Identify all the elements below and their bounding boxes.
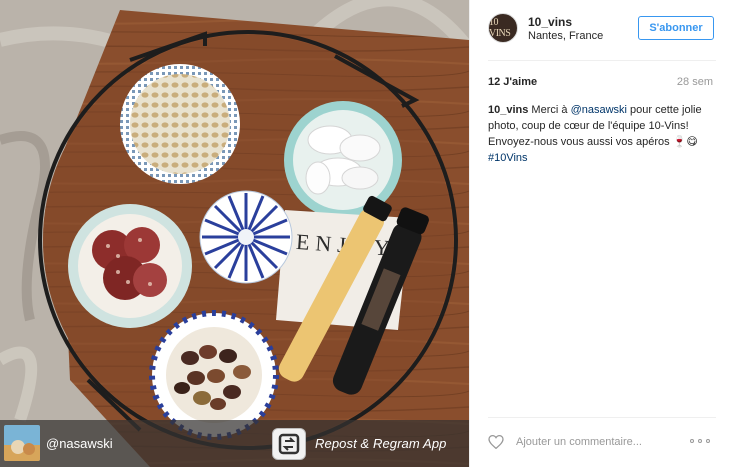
post-photo[interactable]: ENJOY	[0, 0, 469, 467]
heart-outline-icon[interactable]	[488, 435, 504, 449]
comment-divider	[488, 417, 716, 418]
header-divider	[488, 60, 716, 61]
avatar-logo-text: 10 VINS	[489, 17, 511, 39]
caption-hashtag[interactable]: #10Vins	[488, 152, 528, 164]
likes-count[interactable]: 12 J'aime	[488, 76, 537, 88]
regram-username[interactable]: @nasawski	[46, 420, 113, 467]
instagram-post: ENJOY	[0, 0, 730, 467]
caption-text-1: Merci à	[528, 104, 571, 116]
apero-tray-image: ENJOY	[0, 0, 469, 467]
regram-app-label: Repost & Regram App	[315, 436, 447, 451]
caption-username[interactable]: 10_vins	[488, 104, 528, 116]
caption-mention[interactable]: @nasawski	[571, 104, 627, 116]
post-age[interactable]: 28 sem	[677, 76, 713, 88]
follow-button[interactable]: S'abonner	[638, 16, 714, 40]
avatar[interactable]: 10 VINS	[488, 13, 518, 43]
post-header: 10 VINS 10_vins Nantes, France S'abonner	[470, 0, 730, 60]
ellipsis-icon[interactable]	[690, 433, 714, 449]
repost-icon[interactable]	[272, 428, 306, 460]
post-location[interactable]: Nantes, France	[528, 30, 603, 42]
post-username[interactable]: 10_vins	[528, 15, 572, 29]
regram-avatar	[4, 425, 40, 461]
comment-input[interactable]	[516, 433, 676, 451]
post-caption: 10_vins Merci à @nasawski pour cette jol…	[488, 102, 716, 166]
post-details-panel: 10 VINS 10_vins Nantes, France S'abonner…	[469, 0, 730, 467]
comment-row	[470, 425, 730, 461]
regram-bar: @nasawski Repost & Regram App	[0, 420, 469, 467]
